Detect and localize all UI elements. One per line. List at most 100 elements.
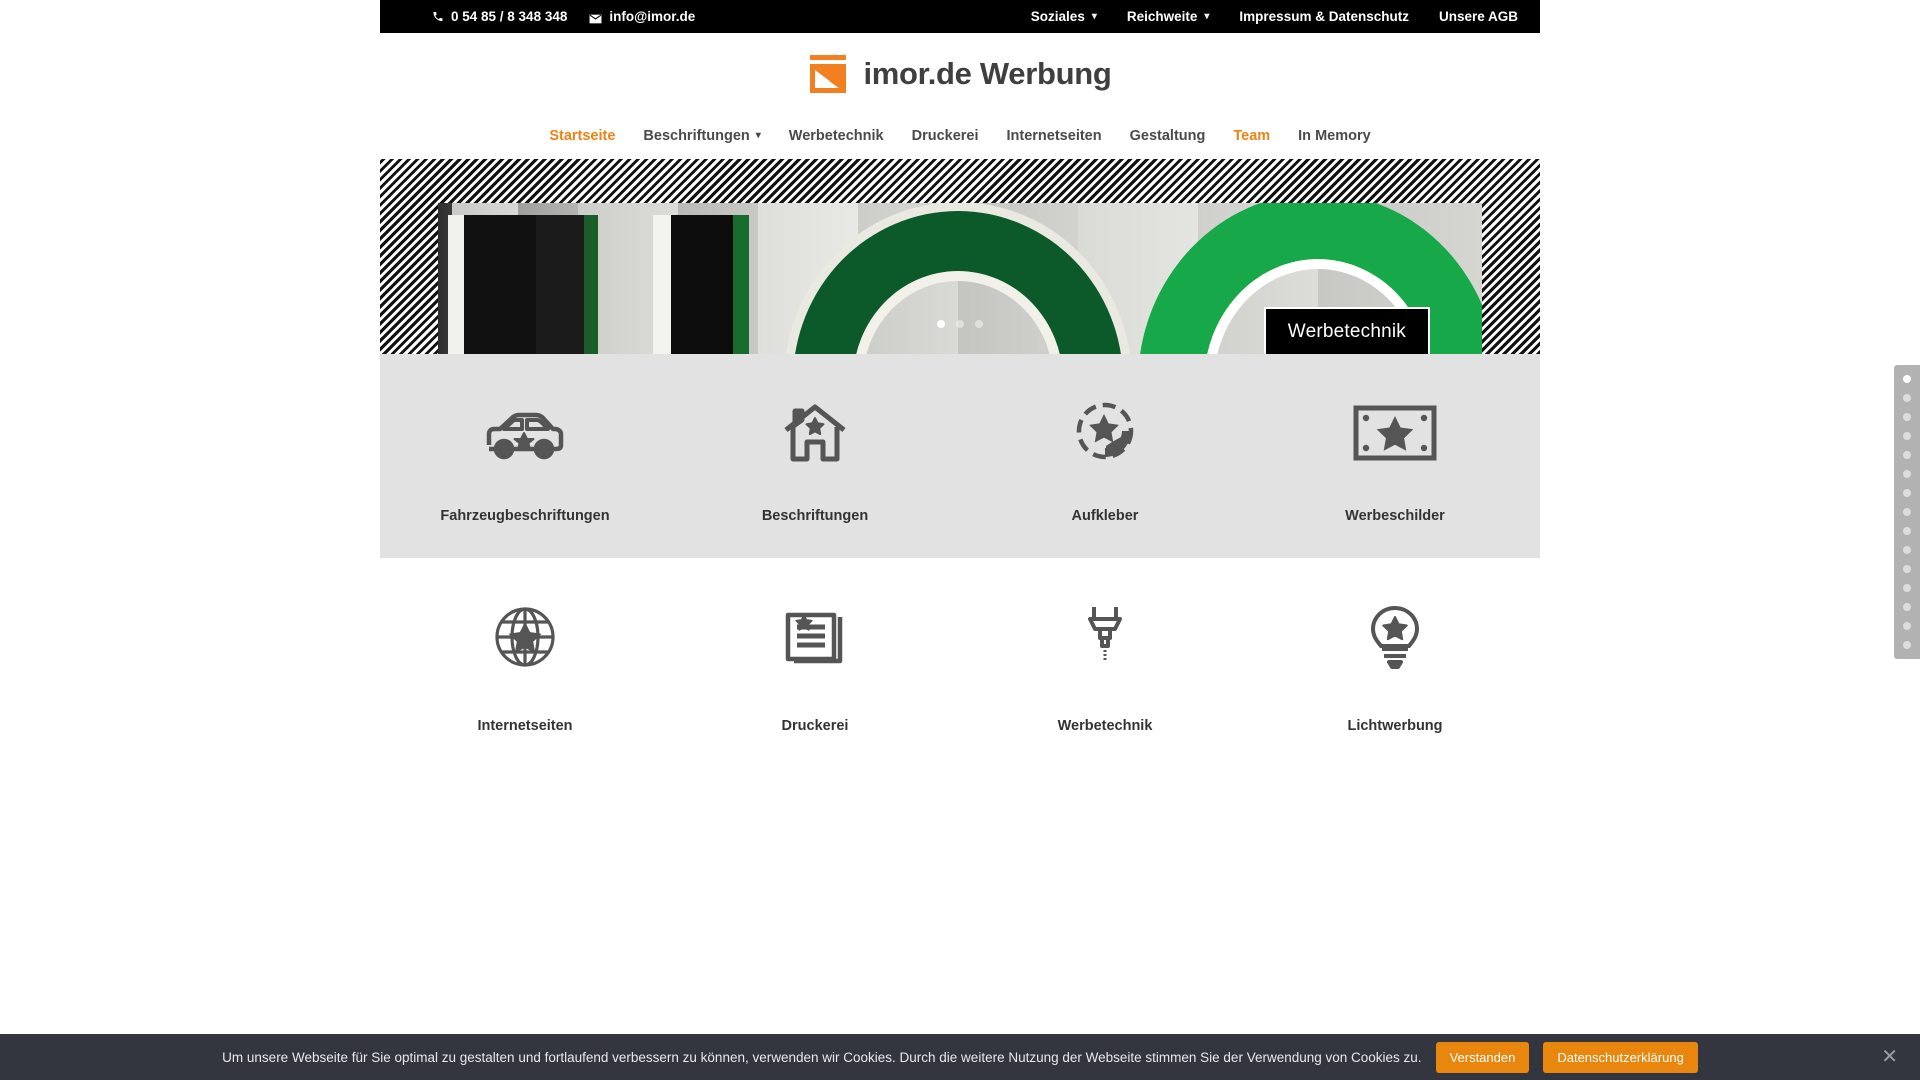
service-card-label: Fahrzeugbeschriftungen xyxy=(440,508,610,524)
service-card-label: Werbetechnik xyxy=(1057,718,1153,734)
chevron-down-icon: ▾ xyxy=(1204,10,1210,22)
topbar-email[interactable]: info@imor.de xyxy=(589,9,695,24)
page-dot-11[interactable] xyxy=(1903,565,1911,573)
phone-icon xyxy=(432,10,444,23)
service-card-internetseiten[interactable]: Internetseiten xyxy=(380,598,670,734)
service-card-werbeschilder[interactable]: Werbeschilder xyxy=(1250,394,1540,524)
page-dot-10[interactable] xyxy=(1903,546,1911,554)
page-dot-3[interactable] xyxy=(1903,413,1911,421)
nav-item-label: Gestaltung xyxy=(1129,128,1206,144)
site-header: imor.de Werbung xyxy=(380,33,1540,114)
topbar-phone[interactable]: 0 54 85 / 8 348 348 xyxy=(432,9,567,24)
hero-pagination-dot-2[interactable] xyxy=(956,320,964,328)
hero-slider[interactable]: Werbetechnik xyxy=(380,159,1540,354)
nav-item-internetseiten[interactable]: Internetseiten xyxy=(1007,128,1102,144)
nav-item-in-memory[interactable]: In Memory xyxy=(1298,128,1371,144)
services-section-secondary: Internetseiten Druckerei Werbetechnik Li… xyxy=(380,558,1540,768)
topbar-menu: Soziales ▾ Reichweite ▾ Impressum & Date… xyxy=(1031,9,1518,24)
page-dot-4[interactable] xyxy=(1903,432,1911,440)
nav-item-label: Team xyxy=(1233,128,1271,144)
service-card-fahrzeugbeschriftungen[interactable]: Fahrzeugbeschriftungen xyxy=(380,394,670,524)
services-grid-row-1: Fahrzeugbeschriftungen Beschriftungen Au… xyxy=(380,394,1540,524)
lightbulb-star-icon xyxy=(1250,598,1540,676)
top-utility-bar: 0 54 85 / 8 348 348 info@imor.de Soziale… xyxy=(380,0,1540,33)
page-dot-1[interactable] xyxy=(1903,375,1911,383)
sign-star-icon xyxy=(1250,394,1540,472)
topbar-item-agb[interactable]: Unsere AGB xyxy=(1439,9,1518,24)
sticker-star-icon xyxy=(960,394,1250,472)
page-dot-navigation[interactable] xyxy=(1894,365,1920,659)
page-dot-6[interactable] xyxy=(1903,470,1911,478)
topbar-contact-group: 0 54 85 / 8 348 348 info@imor.de xyxy=(432,9,695,24)
service-card-lichtwerbung[interactable]: Lichtwerbung xyxy=(1250,598,1540,734)
service-card-werbetechnik[interactable]: Werbetechnik xyxy=(960,598,1250,734)
page-dot-2[interactable] xyxy=(1903,394,1911,402)
page-dot-9[interactable] xyxy=(1903,527,1911,535)
mail-icon xyxy=(589,12,602,23)
page-dot-15[interactable] xyxy=(1903,641,1911,649)
close-icon[interactable]: ✕ xyxy=(1881,1047,1898,1067)
service-card-label: Beschriftungen xyxy=(761,508,869,524)
imor-logo-mark-icon xyxy=(808,53,850,95)
service-card-aufkleber[interactable]: Aufkleber xyxy=(960,394,1250,524)
service-card-label: Lichtwerbung xyxy=(1347,718,1443,734)
site-container: 0 54 85 / 8 348 348 info@imor.de Soziale… xyxy=(380,0,1540,1080)
cookie-message: Um unsere Webseite für Sie optimal zu ge… xyxy=(222,1049,1422,1065)
services-section-primary: Fahrzeugbeschriftungen Beschriftungen Au… xyxy=(380,354,1540,558)
hero-letter-b xyxy=(448,215,598,354)
service-card-label: Internetseiten xyxy=(477,718,573,734)
page-dot-14[interactable] xyxy=(1903,622,1911,630)
document-star-icon xyxy=(670,598,960,676)
globe-star-icon xyxy=(380,598,670,676)
site-logo[interactable]: imor.de Werbung xyxy=(808,53,1112,95)
hero-caption: Werbetechnik xyxy=(1263,307,1430,354)
site-logo-text: imor.de Werbung xyxy=(863,55,1112,91)
hero-pagination xyxy=(937,320,983,328)
cookie-consent-banner: Um unsere Webseite für Sie optimal zu ge… xyxy=(0,1034,1920,1080)
nav-item-label: Internetseiten xyxy=(1006,128,1102,144)
nav-item-team[interactable]: Team xyxy=(1233,128,1270,144)
page-dot-12[interactable] xyxy=(1903,584,1911,592)
nav-item-gestaltung[interactable]: Gestaltung xyxy=(1130,128,1206,144)
page-right-margin xyxy=(1540,0,1920,1080)
hero-pagination-dot-3[interactable] xyxy=(975,320,983,328)
nav-item-beschriftungen[interactable]: Beschriftungen ▾ xyxy=(643,128,760,144)
nav-item-label: Beschriftungen xyxy=(643,128,750,144)
nav-item-werbetechnik[interactable]: Werbetechnik xyxy=(789,128,884,144)
topbar-item-impressum[interactable]: Impressum & Datenschutz xyxy=(1239,9,1409,24)
topbar-item-reichweite[interactable]: Reichweite ▾ xyxy=(1127,9,1210,24)
topbar-item-label: Unsere AGB xyxy=(1438,9,1518,24)
service-card-beschriftungen[interactable]: Beschriftungen xyxy=(670,394,960,524)
services-grid-row-2: Internetseiten Druckerei Werbetechnik Li… xyxy=(380,598,1540,734)
page-dot-13[interactable] xyxy=(1903,603,1911,611)
nav-item-label: Druckerei xyxy=(911,128,979,144)
cookie-accept-button[interactable]: Verstanden xyxy=(1435,1041,1530,1073)
topbar-item-soziales[interactable]: Soziales ▾ xyxy=(1031,9,1097,24)
chevron-down-icon: ▾ xyxy=(755,130,761,141)
page-left-margin xyxy=(0,0,380,1080)
main-navigation: Startseite Beschriftungen ▾ Werbetechnik… xyxy=(380,114,1540,159)
service-card-label: Werbeschilder xyxy=(1345,508,1445,524)
chevron-down-icon: ▾ xyxy=(1091,10,1097,22)
cookie-privacy-button[interactable]: Datenschutzerklärung xyxy=(1543,1041,1698,1073)
hero-letter-i xyxy=(653,215,749,354)
hero-pagination-dot-1[interactable] xyxy=(937,320,945,328)
nav-item-label: Startseite xyxy=(549,128,616,144)
service-card-label: Aufkleber xyxy=(1071,508,1139,524)
engraver-icon xyxy=(960,598,1250,676)
page-dot-8[interactable] xyxy=(1903,508,1911,516)
page-dot-5[interactable] xyxy=(1903,451,1911,459)
house-star-icon xyxy=(670,394,960,472)
service-card-druckerei[interactable]: Druckerei xyxy=(670,598,960,734)
page-dot-7[interactable] xyxy=(1903,489,1911,497)
nav-item-startseite[interactable]: Startseite xyxy=(549,128,615,144)
service-card-label: Druckerei xyxy=(781,718,849,734)
nav-item-label: In Memory xyxy=(1298,128,1371,144)
topbar-phone-label: 0 54 85 / 8 348 348 xyxy=(451,9,568,24)
car-star-icon xyxy=(380,394,670,472)
page-root: 0 54 85 / 8 348 348 info@imor.de Soziale… xyxy=(0,0,1920,1080)
nav-item-druckerei[interactable]: Druckerei xyxy=(912,128,979,144)
topbar-item-label: Soziales xyxy=(1030,9,1085,24)
nav-item-label: Werbetechnik xyxy=(788,128,884,144)
topbar-item-label: Impressum & Datenschutz xyxy=(1239,9,1409,24)
